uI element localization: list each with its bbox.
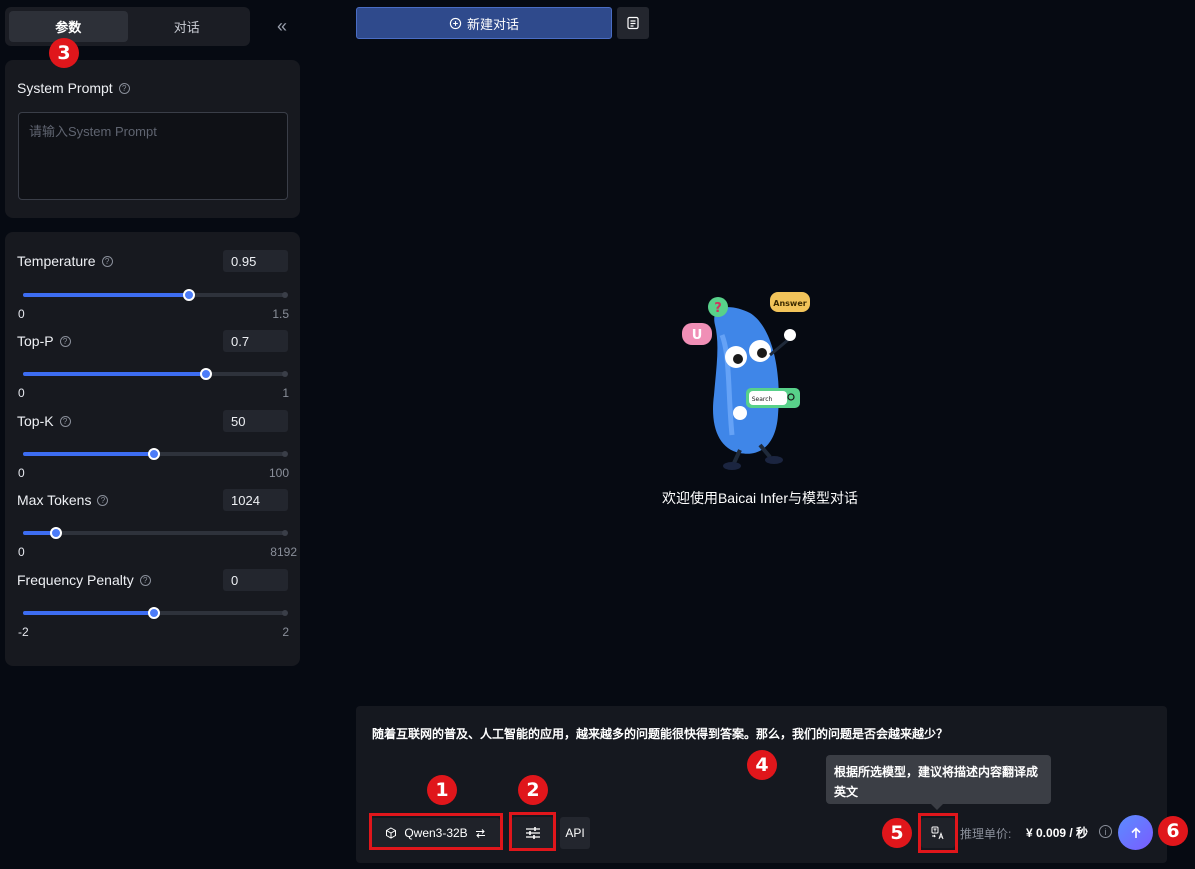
annotation-badge-2: 2 [518, 775, 548, 805]
price-value: ¥ 0.009 / 秒 [1026, 826, 1089, 840]
help-icon[interactable]: ? [59, 335, 71, 347]
help-icon[interactable]: ? [139, 574, 151, 586]
slider-fill [23, 293, 189, 297]
annotation-badge-5: 5 [882, 818, 912, 848]
highlight-settings-button [509, 812, 556, 851]
frequency-penalty-label: Frequency Penalty ? [17, 572, 151, 588]
left-panel-tabs: 参数 对话 [5, 7, 250, 46]
top-p-slider[interactable] [23, 368, 288, 380]
system-prompt-input[interactable] [18, 112, 288, 200]
help-icon[interactable]: ? [118, 82, 130, 94]
top-k-label: Top-K ? [17, 413, 71, 429]
slider-min-label: 0 [18, 545, 25, 559]
highlight-translate-button [918, 813, 958, 853]
frequency-penalty-slider[interactable] [23, 607, 288, 619]
frequency-penalty-input[interactable]: 0 [223, 569, 288, 591]
max-tokens-label: Max Tokens ? [17, 492, 109, 508]
slider-fill [23, 452, 154, 456]
info-icon[interactable]: i [1099, 825, 1112, 838]
top-p-input[interactable]: 0.7 [223, 330, 288, 352]
slider-min-label: 0 [18, 386, 25, 400]
slider-end-dot [282, 610, 288, 616]
help-icon[interactable]: ? [97, 494, 109, 506]
slider-end-dot [282, 451, 288, 457]
help-icon[interactable]: ? [101, 255, 113, 267]
tab-params[interactable]: 参数 [9, 11, 128, 42]
double-chevron-left-icon[interactable]: « [272, 16, 292, 36]
slider-end-dot [282, 530, 288, 536]
price-label: 推理单价: [960, 827, 1012, 841]
slider-handle[interactable] [49, 527, 62, 539]
u-bubble-text: U [692, 328, 703, 343]
arrow-up-icon [1130, 826, 1141, 838]
tab-chat[interactable]: 对话 [128, 11, 247, 42]
top-k-slider[interactable] [23, 448, 288, 460]
slider-fill [23, 372, 207, 376]
document-list-icon [627, 16, 639, 30]
mascot-illustration: Answer ? U Search [682, 292, 810, 470]
slider-handle[interactable] [200, 368, 213, 380]
annotation-badge-6: 6 [1158, 816, 1188, 846]
history-button[interactable] [617, 7, 649, 39]
system-prompt-label: System Prompt ? [17, 80, 130, 96]
search-bubble-text: Search [752, 396, 773, 403]
slider-max-label: 2 [282, 625, 289, 639]
api-button[interactable]: API [560, 817, 590, 849]
slider-max-label: 100 [268, 466, 289, 480]
question-bubble-text: ? [714, 301, 722, 316]
params-card: Temperature ? 0.95 0 1.5 Top-P ? 0.7 0 1… [5, 232, 300, 666]
prompt-input[interactable]: 随着互联网的普及、人工智能的应用，越来越多的问题能很快得到答案。那么，我们的问题… [372, 725, 1152, 742]
highlight-model-button [369, 813, 503, 850]
temperature-input[interactable]: 0.95 [223, 250, 288, 272]
slider-handle[interactable] [148, 448, 160, 460]
temperature-slider[interactable] [23, 289, 288, 301]
slider-fill [23, 611, 154, 615]
system-prompt-card: System Prompt ? [5, 60, 300, 218]
welcome-text: 欢迎使用Baicai Infer与模型对话 [661, 490, 859, 506]
slider-handle[interactable] [182, 289, 195, 301]
temperature-label: Temperature ? [17, 253, 113, 269]
help-icon[interactable]: ? [59, 415, 71, 427]
slider-end-dot [282, 371, 288, 377]
translate-tooltip: 根据所选模型，建议将描述内容翻译成英文 [826, 755, 1051, 810]
slider-handle[interactable] [148, 607, 160, 619]
top-p-label: Top-P ? [17, 333, 71, 349]
top-k-input[interactable]: 50 [223, 410, 288, 432]
annotation-badge-4: 4 [747, 750, 777, 780]
annotation-badge-1: 1 [427, 775, 457, 805]
slider-min-label: -2 [18, 625, 29, 639]
new-chat-button[interactable]: 新建对话 [356, 7, 612, 39]
slider-min-label: 0 [18, 466, 25, 480]
send-button[interactable] [1118, 815, 1153, 850]
slider-max-label: 1 [282, 386, 289, 400]
annotation-badge-3: 3 [49, 38, 79, 68]
max-tokens-slider[interactable] [23, 527, 288, 539]
chat-plus-icon [449, 17, 462, 29]
max-tokens-input[interactable]: 1024 [223, 489, 288, 511]
slider-end-dot [282, 292, 288, 298]
answer-bubble-text: Answer [773, 299, 806, 308]
slider-max-label: 1.5 [272, 307, 289, 321]
slider-max-label: 8192 [270, 545, 297, 559]
slider-min-label: 0 [18, 307, 25, 321]
